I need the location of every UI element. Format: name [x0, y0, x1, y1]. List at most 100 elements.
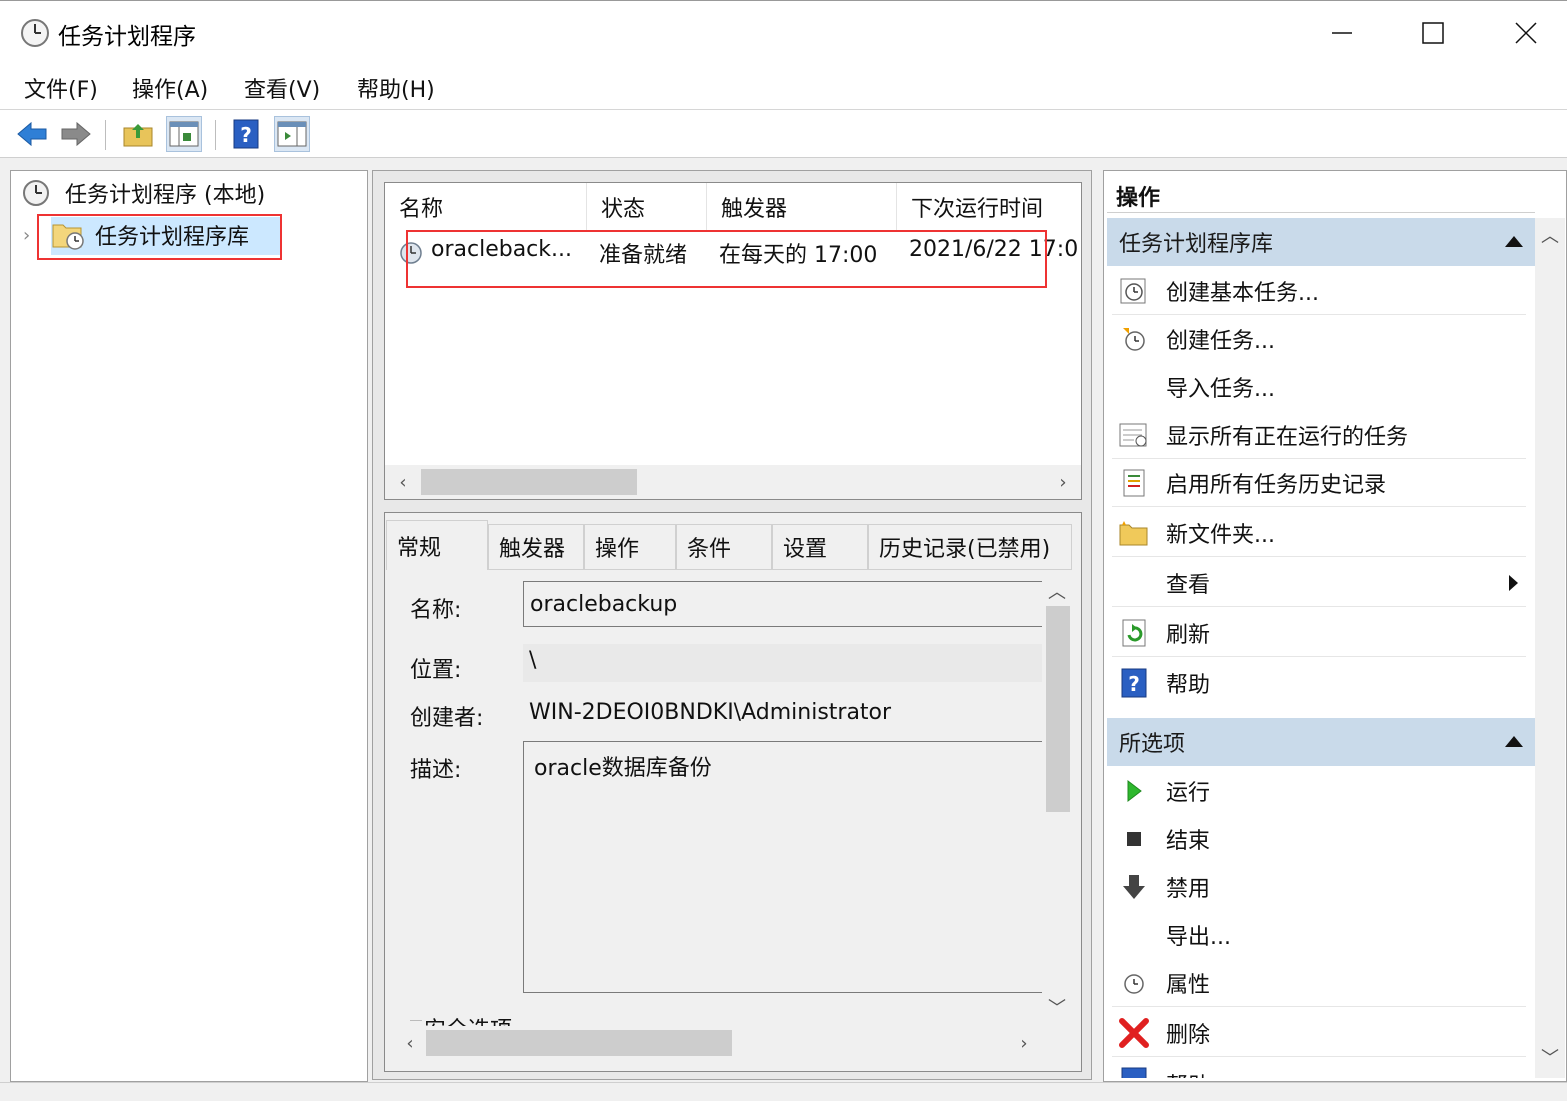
- help-icon: ?: [233, 119, 259, 149]
- name-field[interactable]: oraclebackup: [523, 581, 1043, 627]
- column-header-name[interactable]: 名称: [385, 183, 587, 231]
- column-header-trigger[interactable]: 触发器: [707, 183, 897, 231]
- action-help-selected[interactable]: 帮助: [1112, 1060, 1526, 1078]
- scroll-up-icon[interactable]: ︿: [1541, 222, 1559, 248]
- new-folder-icon: [1119, 520, 1148, 545]
- action-refresh[interactable]: 刷新: [1112, 609, 1526, 657]
- group-border: [410, 1020, 422, 1021]
- author-value: WIN-2DEOI0BNDKI\Administrator: [529, 700, 892, 725]
- action-pane-vscrollbar[interactable]: ︿ ﹀: [1535, 218, 1565, 1078]
- action-import-task[interactable]: 导入任务...: [1112, 363, 1526, 411]
- column-header-next-run[interactable]: 下次运行时间: [897, 183, 1083, 231]
- action-export[interactable]: 导出...: [1112, 911, 1526, 959]
- show-hide-console-tree-button[interactable]: [166, 116, 202, 152]
- action-label: 创建任务...: [1166, 329, 1275, 354]
- menu-view[interactable]: 查看(V): [244, 72, 320, 104]
- console-tree-icon: [169, 121, 199, 147]
- window-title: 任务计划程序: [58, 24, 196, 50]
- name-label: 名称:: [410, 598, 462, 623]
- menu-action[interactable]: 操作(A): [132, 72, 208, 104]
- refresh-icon: [1122, 619, 1146, 646]
- action-help-selected-clip: 帮助: [1112, 1060, 1526, 1078]
- action-create-task[interactable]: 创建任务...: [1112, 315, 1526, 363]
- menu-bar: 文件(F) 操作(A) 查看(V) 帮助(H): [0, 62, 1567, 110]
- action-label: 导入任务...: [1166, 377, 1275, 402]
- action-help[interactable]: ? 帮助: [1112, 659, 1526, 707]
- detail-hscrollbar[interactable]: ‹ ›: [394, 1026, 1044, 1060]
- scroll-thumb[interactable]: [1046, 606, 1070, 812]
- tab-conditions[interactable]: 条件: [676, 524, 772, 570]
- action-delete[interactable]: 删除: [1112, 1009, 1526, 1057]
- disable-arrow-down-icon: [1123, 875, 1145, 899]
- column-header-status[interactable]: 状态: [587, 183, 707, 231]
- action-show-running-tasks[interactable]: 显示所有正在运行的任务: [1112, 411, 1526, 459]
- svg-text:?: ?: [240, 123, 252, 147]
- scroll-left-icon[interactable]: ‹: [398, 1030, 422, 1056]
- console-tree-pane: 任务计划程序 (本地) › 任务计划程序库: [10, 170, 368, 1082]
- action-end[interactable]: 结束: [1112, 815, 1526, 863]
- highlight-box-library: [37, 214, 282, 260]
- help-icon: ?: [1121, 668, 1147, 698]
- tab-actions[interactable]: 操作: [584, 524, 676, 570]
- collapse-triangle-icon[interactable]: [1505, 236, 1523, 247]
- action-label: 帮助: [1166, 1068, 1210, 1078]
- action-enable-history[interactable]: 启用所有任务历史记录: [1112, 459, 1526, 507]
- section-selected-label: 所选项: [1119, 732, 1186, 757]
- scroll-up-icon[interactable]: ︿: [1048, 578, 1066, 604]
- maximize-button[interactable]: [1393, 9, 1473, 57]
- action-label: 删除: [1166, 1022, 1211, 1048]
- task-clock-icon: [1123, 328, 1145, 351]
- tab-triggers[interactable]: 触发器: [488, 524, 584, 570]
- maximize-icon: [1422, 22, 1444, 44]
- minimize-icon: [1332, 32, 1352, 34]
- section-header-library[interactable]: 任务计划程序库: [1107, 218, 1535, 266]
- tab-general[interactable]: 常规: [386, 520, 488, 570]
- title-bar: 任务计划程序: [0, 0, 1567, 62]
- close-icon: [1515, 22, 1537, 44]
- collapse-triangle-icon[interactable]: [1505, 736, 1523, 747]
- detail-tabs: 常规 触发器 操作 条件 设置 历史记录(已禁用): [386, 520, 1080, 570]
- section-header-selected[interactable]: 所选项: [1107, 718, 1535, 766]
- close-button[interactable]: [1486, 9, 1566, 57]
- location-label: 位置:: [410, 658, 462, 683]
- scroll-thumb[interactable]: [426, 1030, 732, 1056]
- author-label: 创建者:: [410, 706, 484, 731]
- action-label: 属性: [1166, 972, 1211, 998]
- action-properties[interactable]: 属性: [1112, 959, 1526, 1007]
- minimize-button[interactable]: [1302, 9, 1382, 57]
- action-create-basic-task[interactable]: 创建基本任务...: [1112, 267, 1526, 315]
- action-label: 显示所有正在运行的任务: [1166, 424, 1409, 450]
- submenu-arrow-icon: [1509, 575, 1518, 591]
- scroll-right-icon[interactable]: ›: [1012, 1030, 1036, 1056]
- scroll-thumb[interactable]: [421, 469, 637, 495]
- detail-vscrollbar[interactable]: ︿ ﹀: [1042, 572, 1074, 1022]
- highlight-box-task-row: [406, 230, 1047, 288]
- tree-root-label: 任务计划程序 (本地): [65, 183, 266, 208]
- tab-history[interactable]: 历史记录(已禁用): [868, 524, 1072, 570]
- help-icon: [1121, 1067, 1147, 1078]
- back-button[interactable]: [14, 116, 50, 152]
- tree-root[interactable]: 任务计划程序 (本地): [21, 175, 265, 211]
- action-view[interactable]: 查看: [1112, 559, 1526, 607]
- scroll-right-icon[interactable]: ›: [1051, 469, 1075, 495]
- menu-help[interactable]: 帮助(H): [357, 72, 435, 104]
- action-label: 运行: [1166, 781, 1211, 806]
- scroll-down-icon[interactable]: ﹀: [1048, 994, 1066, 1020]
- section-library-label: 任务计划程序库: [1119, 232, 1274, 257]
- show-hide-action-pane-button[interactable]: [274, 116, 310, 152]
- description-field[interactable]: oracle数据库备份: [523, 741, 1043, 993]
- help-button[interactable]: ?: [228, 116, 264, 152]
- action-run[interactable]: 运行: [1112, 767, 1526, 815]
- task-list-hscrollbar[interactable]: ‹ ›: [385, 465, 1081, 499]
- tab-settings[interactable]: 设置: [772, 524, 868, 570]
- action-disable[interactable]: 禁用: [1112, 863, 1526, 911]
- up-folder-button[interactable]: [120, 116, 156, 152]
- scroll-down-icon[interactable]: ﹀: [1541, 1044, 1559, 1070]
- menu-file[interactable]: 文件(F): [24, 72, 98, 104]
- action-label: 新文件夹...: [1166, 522, 1275, 548]
- toolbar: ?: [0, 110, 1567, 158]
- back-arrow-icon: [17, 121, 47, 147]
- forward-button[interactable]: [58, 116, 94, 152]
- action-new-folder[interactable]: 新文件夹...: [1112, 509, 1526, 557]
- scroll-left-icon[interactable]: ‹: [391, 469, 415, 495]
